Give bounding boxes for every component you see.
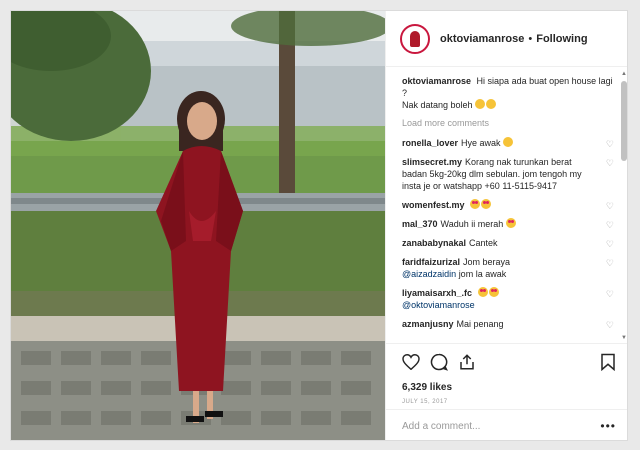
comment-like-heart-icon[interactable]: ♡: [606, 238, 614, 250]
post-frame: oktoviamanrose • Following oktoviamanros…: [10, 10, 628, 441]
comment-username[interactable]: slimsecret.my: [402, 157, 462, 167]
comment-text: Hye awak: [461, 138, 501, 148]
add-comment-input[interactable]: Add a comment...: [402, 421, 600, 432]
comment-like-heart-icon[interactable]: ♡: [606, 157, 614, 169]
load-more-comments[interactable]: Load more comments: [402, 117, 616, 129]
comment-mention[interactable]: @aizadzaidin: [402, 269, 456, 279]
comment-text: Waduh ii merah: [440, 219, 504, 229]
heart-icon[interactable]: [402, 353, 420, 375]
comment-username[interactable]: mal_370: [402, 219, 438, 229]
comment-item: ronella_lover Hye awak ♡: [402, 137, 616, 149]
comment-username[interactable]: faridfaizurizal: [402, 257, 460, 267]
comment-item: faridfaizurizal Jom beraya @aizadzaidin j…: [402, 256, 616, 280]
comment-mention[interactable]: @oktoviamanrose: [402, 300, 475, 310]
action-icons: [402, 352, 616, 376]
comment-item: mal_370 Waduh ii merah ♡: [402, 218, 616, 230]
comment-item: zanababynakal Cantek ♡: [402, 237, 616, 249]
comment-item: azmanjusny Mai penang ♡: [402, 318, 616, 330]
comment-item: liyamaisarxh_.fc @oktoviamanrose ♡: [402, 287, 616, 311]
likes-count[interactable]: 6,329 likes: [402, 382, 616, 393]
comment-item: womenfest.my ♡: [402, 199, 616, 211]
bookmark-icon[interactable]: [600, 353, 616, 376]
heart-eyes-emoji-icon: [505, 218, 516, 228]
caption: oktoviamanrose Hi siapa ada buat open ho…: [402, 75, 616, 111]
comment-text: Jom beraya: [463, 257, 511, 267]
comment-text: Mai penang: [456, 319, 504, 329]
photo-illustration: [11, 11, 385, 440]
comment-like-heart-icon[interactable]: ♡: [606, 219, 614, 231]
separator-dot: •: [528, 32, 533, 45]
share-icon[interactable]: [458, 353, 476, 376]
post-sidebar: oktoviamanrose • Following oktoviamanros…: [385, 11, 627, 440]
comment-icon[interactable]: [430, 353, 448, 376]
comment-like-heart-icon[interactable]: ♡: [606, 200, 614, 212]
comment-text: Cantek: [469, 238, 498, 248]
following-button[interactable]: Following: [536, 33, 587, 45]
header-username[interactable]: oktoviamanrose: [440, 33, 524, 45]
comment-item: slimsecret.my Korang nak turunkan berat b…: [402, 156, 616, 192]
caption-username[interactable]: oktoviamanrose: [402, 76, 471, 86]
comment-like-heart-icon[interactable]: ♡: [606, 138, 614, 150]
grin-emoji-icon: [475, 99, 486, 109]
post-photo[interactable]: [11, 11, 385, 440]
comment-username[interactable]: liyamaisarxh_.fc: [402, 288, 472, 298]
comment-username[interactable]: ronella_lover: [402, 138, 458, 148]
smile-emoji-icon: [486, 99, 497, 109]
add-comment-bar: Add a comment... •••: [386, 409, 627, 440]
heart-eyes-emoji-icon: [481, 199, 492, 209]
post-date: JULY 15, 2017: [402, 399, 448, 405]
avatar[interactable]: [400, 23, 430, 54]
comments-scrollbar[interactable]: ▲ ▼: [621, 71, 627, 341]
post-actions: 6,329 likes JULY 15, 2017: [386, 343, 627, 405]
scroll-thumb[interactable]: [621, 81, 627, 161]
more-options-icon[interactable]: •••: [600, 419, 616, 433]
comment-like-heart-icon[interactable]: ♡: [606, 257, 614, 269]
comments-list[interactable]: oktoviamanrose Hi siapa ada buat open ho…: [386, 67, 627, 343]
comment-like-heart-icon[interactable]: ♡: [606, 319, 614, 331]
comment-username[interactable]: azmanjusny: [402, 319, 454, 329]
scroll-down-arrow-icon[interactable]: ▼: [621, 335, 627, 341]
heart-eyes-emoji-icon: [477, 287, 488, 297]
smile-emoji-icon: [503, 137, 514, 147]
post-header: oktoviamanrose • Following: [386, 11, 627, 67]
comment-text-after: jom la awak: [458, 269, 507, 279]
comment-username[interactable]: womenfest.my: [402, 200, 465, 210]
comment-like-heart-icon[interactable]: ♡: [606, 288, 614, 300]
heart-eyes-emoji-icon: [488, 287, 499, 297]
comment-username[interactable]: zanababynakal: [402, 238, 466, 248]
scroll-up-arrow-icon[interactable]: ▲: [621, 71, 627, 77]
heart-eyes-emoji-icon: [470, 199, 481, 209]
caption-text-line2: Nak datang boleh: [402, 100, 473, 110]
